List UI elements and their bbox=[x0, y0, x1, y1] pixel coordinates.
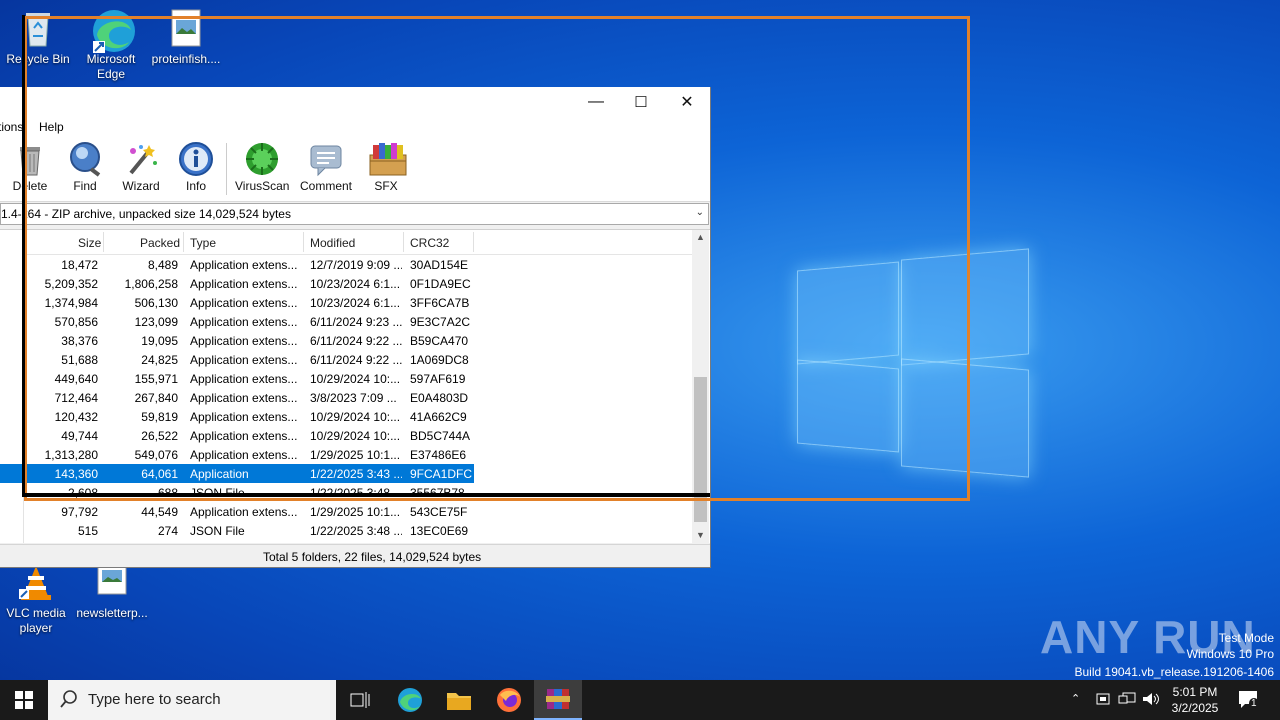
cell-modified: 1/29/2025 10:1... bbox=[310, 505, 401, 519]
search-icon bbox=[60, 690, 78, 712]
cell-type: JSON File bbox=[190, 524, 245, 538]
cell-crc: 543CE75F bbox=[410, 505, 468, 519]
desktop-icon-label: newsletterp... bbox=[76, 606, 148, 620]
task-view-icon bbox=[350, 692, 370, 708]
show-hidden-icons-chevron-icon[interactable]: ⌃ bbox=[1071, 692, 1080, 705]
highlight-frame-orange bbox=[24, 16, 970, 501]
windows-start-icon bbox=[15, 691, 33, 709]
winrar-icon bbox=[546, 689, 570, 709]
action-center-button[interactable]: 1 bbox=[1238, 690, 1260, 713]
watermark-test-mode: Test Mode bbox=[1218, 631, 1274, 645]
image-file-icon bbox=[92, 562, 132, 602]
status-text: Total 5 folders, 22 files, 14,029,524 by… bbox=[263, 550, 482, 564]
search-placeholder: Type here to search bbox=[88, 691, 221, 708]
cell-size: 515 bbox=[77, 524, 98, 538]
desktop-icon-vlc[interactable]: VLC media player bbox=[0, 562, 74, 636]
cell-size: 97,792 bbox=[61, 505, 98, 519]
desktop-icon-label: VLC media player bbox=[6, 606, 66, 635]
highlight-frame-black-left bbox=[22, 15, 25, 497]
taskbar-file-explorer[interactable] bbox=[435, 680, 483, 720]
network-icon[interactable] bbox=[1118, 692, 1136, 709]
taskbar-search-box[interactable]: Type here to search bbox=[48, 680, 336, 720]
tray-app-icon[interactable] bbox=[1096, 691, 1110, 710]
watermark-edition: Windows 10 Pro bbox=[1186, 647, 1274, 661]
taskbar: Type here to search ⌃ 5:01 PM 3/2/2025 1 bbox=[0, 680, 1280, 720]
volume-icon[interactable] bbox=[1142, 691, 1160, 710]
menu-options[interactable]: tions bbox=[0, 120, 23, 134]
cell-packed: 274 bbox=[157, 524, 178, 538]
folder-icon bbox=[447, 693, 471, 710]
watermark-build: Build 19041.vb_release.191206-1406 bbox=[1074, 665, 1275, 679]
cell-modified: 1/22/2025 3:48 ... bbox=[310, 524, 402, 538]
cell-type: Application extens... bbox=[190, 505, 298, 519]
highlight-frame-black-bottom bbox=[22, 493, 710, 497]
cell-packed: 44,549 bbox=[141, 505, 178, 519]
taskbar-firefox[interactable] bbox=[485, 680, 533, 720]
vlc-cone-icon bbox=[16, 562, 56, 602]
task-view-button[interactable] bbox=[336, 680, 384, 720]
start-button[interactable] bbox=[0, 680, 48, 720]
clock[interactable]: 5:01 PM 3/2/2025 bbox=[1165, 684, 1225, 716]
desktop-icon-newsletter[interactable]: newsletterp... bbox=[74, 562, 150, 621]
clock-date: 3/2/2025 bbox=[1171, 701, 1219, 715]
status-bar: Total 5 folders, 22 files, 14,029,524 by… bbox=[0, 544, 710, 567]
taskbar-winrar[interactable] bbox=[534, 680, 582, 720]
table-row[interactable]: 97,792 44,549 Application extens... 1/29/20… bbox=[0, 502, 474, 521]
firefox-icon bbox=[497, 688, 521, 712]
taskbar-edge[interactable] bbox=[386, 680, 434, 720]
table-row[interactable]: 515 274 JSON File 1/22/2025 3:48 ... 13EC0E6… bbox=[0, 521, 474, 540]
scroll-down-icon[interactable]: ▼ bbox=[696, 530, 705, 540]
clock-time: 5:01 PM bbox=[1172, 685, 1218, 699]
edge-icon bbox=[398, 688, 422, 712]
notification-badge: 1 bbox=[1249, 698, 1259, 709]
cell-crc: 13EC0E69 bbox=[410, 524, 469, 538]
